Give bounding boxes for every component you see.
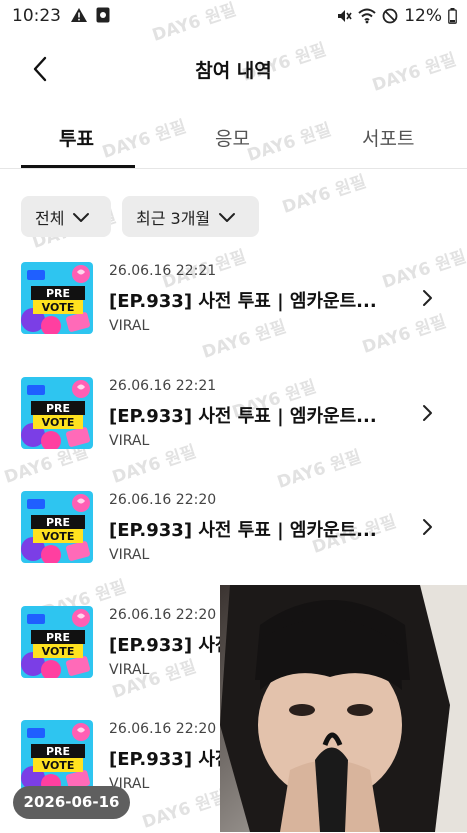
chevron-right-icon <box>423 404 432 421</box>
item-title: [EP.933] 사전 투표 | 엠카운트... <box>109 520 377 541</box>
item-title: [EP.933] 사전 투표 | 엠카운트... <box>109 291 377 312</box>
tab-vote[interactable]: 투표 <box>59 124 94 151</box>
wifi-icon <box>358 8 376 24</box>
date-badge: 2026-06-16 <box>13 786 130 819</box>
app-notification-icon <box>96 7 110 23</box>
thumb-line2: VOTE <box>42 645 75 658</box>
profile-photo-overlay[interactable] <box>220 585 467 832</box>
app-header: 참여 내역 <box>0 40 467 96</box>
item-date: 26.06.16 22:21 <box>109 377 217 394</box>
person-photo-image <box>220 585 467 832</box>
item-date: 26.06.16 22:20 <box>109 606 217 623</box>
active-tab-indicator <box>21 165 135 168</box>
thumb-line2: VOTE <box>42 416 75 429</box>
thumb-line2: VOTE <box>42 530 75 543</box>
battery-percent: 12% <box>404 6 442 26</box>
thumb-line1: PRE <box>46 745 70 758</box>
pre-vote-thumbnail: PRE VOTE <box>21 262 93 334</box>
status-bar: 10:23 12% <box>0 0 467 34</box>
pre-vote-thumbnail: PRE VOTE <box>21 376 93 449</box>
status-time: 10:23 <box>12 6 61 26</box>
filter-category-label: 전체 <box>35 208 65 228</box>
thumb-line1: PRE <box>46 516 70 529</box>
item-subtitle: VIRAL <box>109 547 150 563</box>
item-title: [EP.933] 사전 투표 | 엠카운트... <box>109 405 377 427</box>
item-subtitle: VIRAL <box>109 432 150 449</box>
chevron-right-icon <box>423 519 432 535</box>
filter-period-label: 최근 3개월 <box>136 208 211 228</box>
item-date: 26.06.16 22:21 <box>109 263 217 279</box>
item-date: 26.06.16 22:20 <box>109 721 217 737</box>
status-right: 12% <box>336 6 457 26</box>
item-subtitle: VIRAL <box>109 661 150 678</box>
list-item[interactable]: PRE VOTE 26.06.16 22:21 [EP.933] 사전 투표 |… <box>0 376 467 457</box>
pre-vote-image: PRE VOTE <box>21 720 93 792</box>
pre-vote-thumbnail: PRE VOTE <box>21 605 93 678</box>
chevron-down-icon <box>73 212 90 222</box>
chevron-right-icon <box>423 290 432 306</box>
battery-icon <box>448 8 457 24</box>
thumb-line2: VOTE <box>42 301 75 314</box>
thumb-line1: PRE <box>46 402 70 415</box>
tab-bar: 투표 응모 서포트 <box>0 110 467 169</box>
pre-vote-image: PRE VOTE <box>21 491 93 563</box>
warning-icon <box>71 8 87 22</box>
pre-vote-image: PRE VOTE <box>21 605 93 678</box>
tab-support[interactable]: 서포트 <box>362 124 414 151</box>
item-subtitle: VIRAL <box>109 318 150 334</box>
notification-icons <box>70 7 110 23</box>
tab-entry[interactable]: 응모 <box>215 124 250 151</box>
pre-vote-image: PRE VOTE <box>21 262 93 334</box>
filter-period-dropdown[interactable]: 최근 3개월 <box>122 196 259 237</box>
thumb-line2: VOTE <box>42 759 75 772</box>
thumb-line1: PRE <box>46 287 70 300</box>
filter-category-dropdown[interactable]: 전체 <box>21 196 111 237</box>
thumb-line1: PRE <box>46 631 70 644</box>
page-title: 참여 내역 <box>195 60 272 82</box>
item-date: 26.06.16 22:20 <box>109 492 217 508</box>
watermark: DAY6 원필 <box>279 171 369 218</box>
list-item[interactable]: PRE VOTE 26.06.16 22:21 [EP.933] 사전 투표 |… <box>0 262 467 342</box>
pre-vote-image: PRE VOTE <box>21 376 93 449</box>
chevron-down-icon <box>219 212 236 222</box>
mute-icon <box>338 10 352 22</box>
pre-vote-thumbnail: PRE VOTE <box>21 491 93 563</box>
list-item[interactable]: PRE VOTE 26.06.16 22:20 [EP.933] 사전 투표 |… <box>0 491 467 571</box>
pre-vote-thumbnail: PRE VOTE <box>21 720 93 792</box>
do-not-disturb-icon <box>382 8 398 24</box>
